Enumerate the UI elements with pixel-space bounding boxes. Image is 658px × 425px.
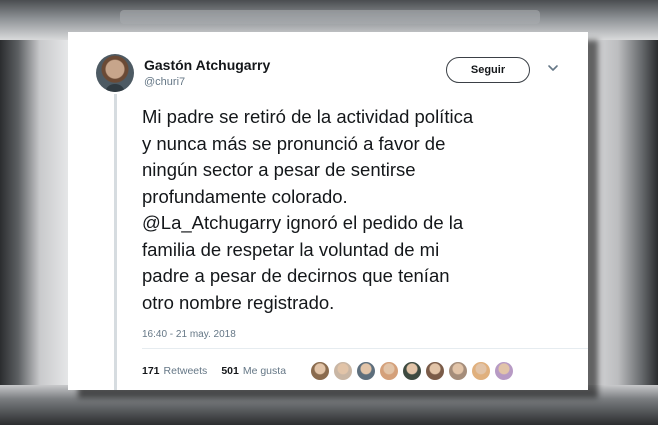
tweet-text-line: ningún sector a pesar de sentirse: [142, 159, 416, 180]
avatar[interactable]: [96, 54, 134, 92]
retweets-label[interactable]: Retweets: [164, 365, 208, 377]
tweet-stats: 171 Retweets 501 Me gusta: [142, 365, 286, 377]
tweet-card: Gastón Atchugarry @churi7 Seguir Mi padr…: [68, 32, 588, 390]
background-blur-bar: [120, 10, 540, 24]
liker-avatar[interactable]: [471, 361, 491, 381]
tweet-text-line: otro nombre registrado.: [142, 291, 335, 313]
tweet-timestamp[interactable]: 16:40 - 21 may. 2018: [142, 329, 236, 340]
tweet-text-line-mention[interactable]: @La_Atchugarry ignoró el pedido de la: [142, 210, 582, 237]
tweet-text-line: y nunca más se pronunció a favor de: [142, 132, 446, 154]
tweet-text: Mi padre se retiró de la actividad polít…: [142, 104, 582, 316]
author-name[interactable]: Gastón Atchugarry: [144, 57, 270, 73]
liker-avatar[interactable]: [379, 361, 399, 381]
liker-avatar[interactable]: [494, 361, 514, 381]
background-left-edge: [0, 40, 70, 425]
divider: [142, 348, 588, 349]
liker-avatar[interactable]: [425, 361, 445, 381]
liker-avatar[interactable]: [356, 361, 376, 381]
chevron-down-icon[interactable]: [546, 61, 560, 75]
tweet-text-line: padre a pesar de decirnos que tenían: [142, 265, 450, 286]
tweet-text-line: profundamente colorado.: [142, 185, 348, 207]
likes-label[interactable]: Me gusta: [243, 365, 286, 377]
liker-avatars: [310, 361, 514, 381]
liker-avatar[interactable]: [310, 361, 330, 381]
liker-avatar[interactable]: [333, 361, 353, 381]
tweet-text-line: Mi padre se retiró de la actividad polít…: [142, 106, 474, 127]
likes-count[interactable]: 501: [221, 365, 239, 377]
tweet-text-line: familia de respetar la voluntad de mi: [142, 238, 440, 260]
liker-avatar[interactable]: [448, 361, 468, 381]
thread-line: [114, 94, 117, 390]
author-handle[interactable]: @churi7: [144, 76, 185, 88]
follow-button[interactable]: Seguir: [446, 57, 530, 83]
retweets-count[interactable]: 171: [142, 365, 160, 377]
liker-avatar[interactable]: [402, 361, 422, 381]
